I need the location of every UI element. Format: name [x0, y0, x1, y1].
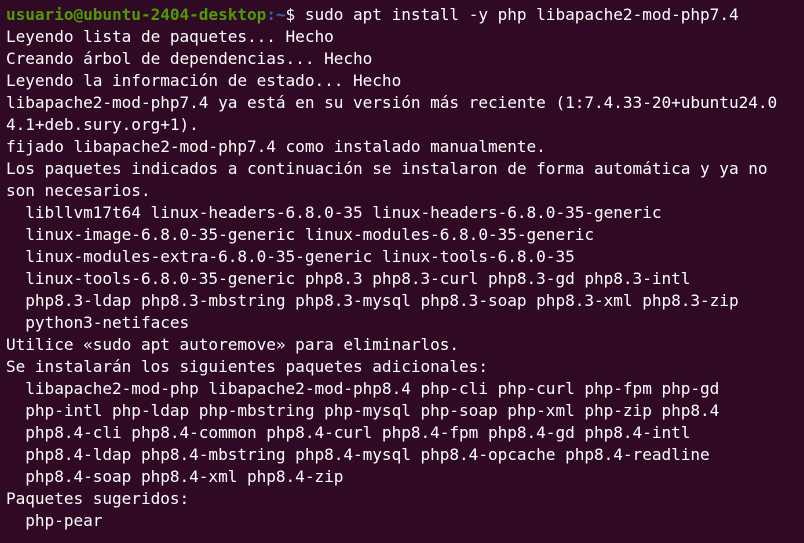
- output-line: php8.4-ldap php8.4-mbstring php8.4-mysql…: [6, 445, 710, 464]
- output-line: fijado libapache2-mod-php7.4 como instal…: [6, 137, 546, 156]
- output-line: libapache2-mod-php libapache2-mod-php8.4…: [6, 379, 720, 398]
- terminal-window[interactable]: usuario@ubuntu-2404-desktop:~$ sudo apt …: [0, 0, 804, 543]
- command-text: sudo apt install -y php libapache2-mod-p…: [304, 5, 739, 24]
- output-line: linux-tools-6.8.0-35-generic php8.3 php8…: [6, 269, 691, 288]
- output-line: linux-image-6.8.0-35-generic linux-modul…: [6, 225, 594, 244]
- prompt-user-host: usuario@ubuntu-2404-desktop: [6, 5, 267, 24]
- output-line: libllvm17t64 linux-headers-6.8.0-35 linu…: [6, 203, 662, 222]
- output-line: Paquetes sugeridos:: [6, 489, 190, 508]
- output-line: 4.1+deb.sury.org+1).: [6, 115, 199, 134]
- output-line: php-intl php-ldap php-mbstring php-mysql…: [6, 401, 720, 420]
- prompt-symbol: $: [285, 5, 305, 24]
- prompt-line: usuario@ubuntu-2404-desktop:~$ sudo apt …: [6, 4, 804, 26]
- output-line: Se instalarán los siguientes paquetes ad…: [6, 357, 488, 376]
- output-line: Leyendo lista de paquetes... Hecho: [6, 27, 334, 46]
- output-line: php8.3-ldap php8.3-mbstring php8.3-mysql…: [6, 291, 739, 310]
- output-line: Leyendo la información de estado... Hech…: [6, 71, 402, 90]
- output-line: Utilice «sudo apt autoremove» para elimi…: [6, 335, 460, 354]
- output-line: php8.4-soap php8.4-xml php8.4-zip: [6, 467, 344, 486]
- output-line: son necesarios.: [6, 181, 151, 200]
- output-line: Los paquetes indicados a continuación se…: [6, 159, 768, 178]
- prompt-path: :~: [266, 5, 286, 24]
- output-line: php8.4-cli php8.4-common php8.4-curl php…: [6, 423, 691, 442]
- output-line: libapache2-mod-php7.4 ya está en su vers…: [6, 93, 778, 112]
- output-line: Creando árbol de dependencias... Hecho: [6, 49, 373, 68]
- output-line: python3-netifaces: [6, 313, 190, 332]
- output-line: php-pear: [6, 511, 103, 530]
- output-line: linux-modules-extra-6.8.0-35-generic lin…: [6, 247, 575, 266]
